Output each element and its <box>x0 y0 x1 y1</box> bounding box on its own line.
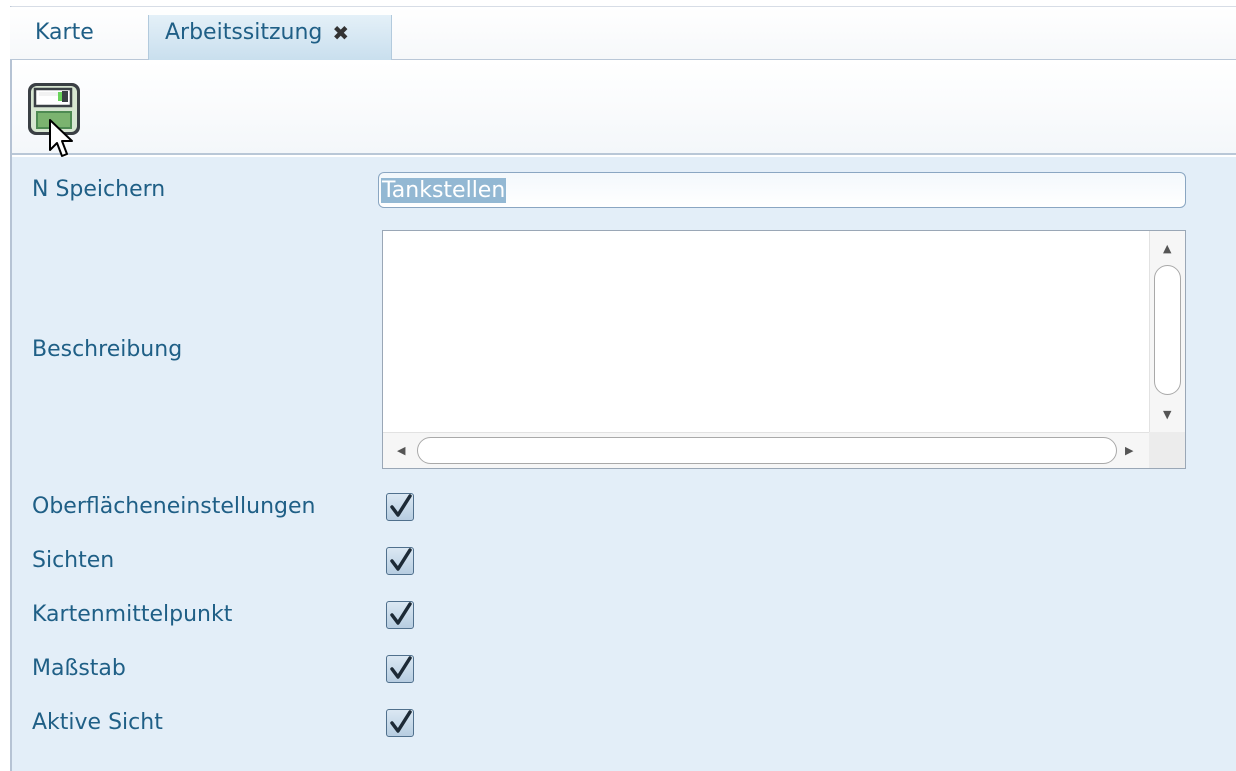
checkbox-label-massstab: Maßstab <box>32 656 126 681</box>
tab-arbeitssitzung[interactable]: Arbeitssitzung ✖ <box>148 15 392 60</box>
checkbox-label-kartenmittelpunkt: Kartenmittelpunkt <box>32 602 233 627</box>
checkmark-icon <box>390 710 412 733</box>
checkmark-icon <box>390 656 412 679</box>
close-icon[interactable]: ✖ <box>332 23 349 43</box>
checkmark-icon <box>390 602 412 625</box>
scroll-down-icon[interactable]: ▼ <box>1163 409 1171 420</box>
checkbox-sichten[interactable] <box>386 547 414 575</box>
checkbox-aktive-sicht[interactable] <box>386 709 414 737</box>
checkbox-label-sichten: Sichten <box>32 548 115 573</box>
scrollbar-corner <box>1149 432 1185 468</box>
horizontal-scrollbar[interactable]: ◀ ▶ <box>383 432 1149 468</box>
scroll-right-icon[interactable]: ▶ <box>1125 445 1133 456</box>
description-textarea[interactable]: ▲ ▼ ◀ ▶ <box>382 230 1186 469</box>
checkbox-label-aktive-sicht: Aktive Sicht <box>32 710 163 735</box>
checkbox-kartenmittelpunkt[interactable] <box>386 601 414 629</box>
vertical-scroll-thumb[interactable] <box>1154 265 1181 395</box>
toolbar <box>12 61 1236 157</box>
checkbox-oberflaecheneinstellungen[interactable] <box>386 493 414 521</box>
checkbox-label-oberflaecheneinstellungen: Oberflächeneinstellungen <box>32 494 316 519</box>
tab-karte-label: Karte <box>35 20 94 45</box>
name-label: N Speichern <box>32 177 166 202</box>
vertical-scrollbar[interactable]: ▲ ▼ <box>1149 231 1185 433</box>
mouse-cursor-icon <box>49 119 73 157</box>
name-input[interactable]: Tankstellen <box>378 172 1186 208</box>
scroll-left-icon[interactable]: ◀ <box>397 445 405 456</box>
save-session-form: N Speichern Tankstellen Beschreibung ▲ ▼… <box>12 157 1236 771</box>
checkbox-massstab[interactable] <box>386 655 414 683</box>
description-label: Beschreibung <box>32 337 183 362</box>
checkmark-icon <box>390 494 412 517</box>
tab-bar: Karte Arbeitssitzung ✖ <box>10 7 1236 60</box>
scroll-up-icon[interactable]: ▲ <box>1163 243 1171 254</box>
horizontal-scroll-thumb[interactable] <box>417 437 1117 464</box>
checkmark-icon <box>390 548 412 571</box>
tab-arbeitssitzung-label: Arbeitssitzung <box>165 20 323 45</box>
name-input-value: Tankstellen <box>381 177 507 203</box>
tab-karte[interactable]: Karte <box>30 15 99 60</box>
